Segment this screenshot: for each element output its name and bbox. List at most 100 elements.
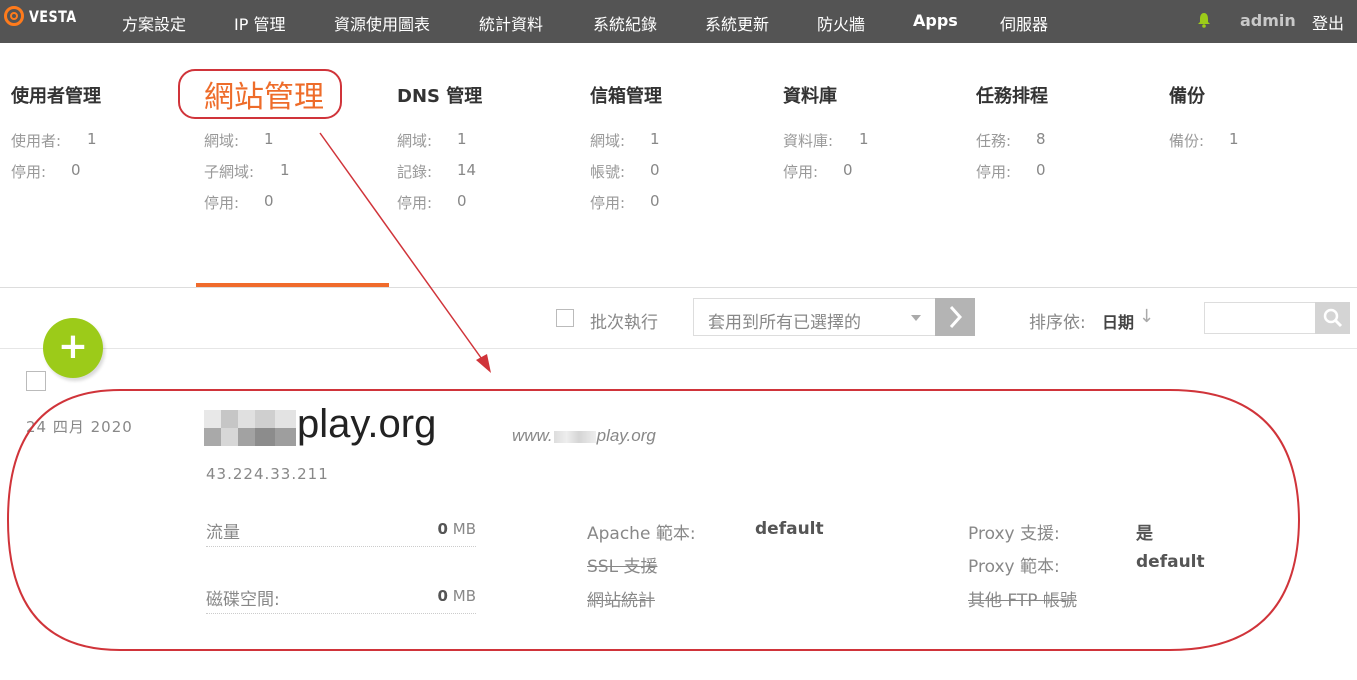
nav-server[interactable]: 伺服器	[1000, 11, 1048, 35]
bell-icon[interactable]	[1197, 12, 1211, 28]
ssl-support-label: SSL 支援	[587, 557, 658, 577]
stat-value: 0	[1036, 161, 1046, 179]
apply-button[interactable]	[935, 298, 975, 336]
panel-title-users[interactable]: 使用者管理	[11, 86, 101, 107]
metric-label: 磁碟空間:	[206, 590, 280, 610]
vesta-logo[interactable]: VESTA	[4, 6, 88, 26]
panel-title-web[interactable]: 網站管理	[204, 80, 324, 115]
panel-title-cron[interactable]: 任務排程	[976, 86, 1048, 107]
user-admin-link[interactable]: admin	[1240, 11, 1296, 30]
bulk-action-select-value: 套用到所有已選擇的	[708, 313, 861, 333]
stat-databases: 資料庫: 1	[783, 130, 869, 151]
nav-log[interactable]: 系統紀錄	[593, 11, 657, 35]
stat-suspended: 停用: 0	[590, 192, 660, 213]
stat-label: 停用:	[397, 194, 433, 212]
stat-jobs: 任務: 8	[976, 130, 1046, 151]
nav-firewall[interactable]: 防火牆	[817, 11, 865, 35]
metric-value: 0 MB	[437, 520, 476, 538]
domain-alias: www. play.org	[512, 426, 656, 446]
search-button[interactable]	[1315, 302, 1350, 334]
brand-name: VESTA	[29, 6, 77, 26]
sort-by-date[interactable]: 日期	[1102, 309, 1134, 333]
stat-label: 網域:	[590, 132, 626, 150]
censored-mosaic	[204, 410, 296, 446]
stat-domains: 網域: 1	[590, 130, 660, 151]
stat-records: 記錄: 14	[397, 161, 476, 182]
nav-statistics[interactable]: 統計資料	[479, 11, 543, 35]
censored-mosaic	[553, 430, 596, 443]
stat-label: 備份:	[1169, 132, 1205, 150]
stat-suspended: 停用: 0	[11, 161, 81, 182]
stat-label: 子網域:	[204, 163, 255, 181]
plus-icon: +	[57, 326, 89, 367]
alias-suffix: play.org	[596, 426, 656, 445]
metric-label: 流量	[206, 523, 240, 543]
nav-ip[interactable]: IP 管理	[234, 11, 285, 35]
chevron-right-icon	[949, 305, 963, 329]
domain-name[interactable]: play.org	[297, 402, 436, 447]
stat-domains: 網域: 1	[397, 130, 467, 151]
stat-backups: 備份: 1	[1169, 130, 1239, 151]
nav-apps[interactable]: Apps	[913, 11, 958, 30]
proxy-support-value: 是	[1136, 524, 1153, 544]
stat-accounts: 帳號: 0	[590, 161, 660, 182]
metric-value: 0 MB	[437, 587, 476, 605]
web-stats-label: 網站統計	[587, 591, 655, 611]
apache-template-value: default	[755, 519, 824, 539]
nav-updates[interactable]: 系統更新	[705, 11, 769, 35]
ftp-accounts-label: 其他 FTP 帳號	[968, 591, 1077, 611]
search-icon	[1323, 308, 1343, 328]
alias-prefix: www.	[512, 426, 553, 445]
proxy-support-label: Proxy 支援:	[968, 524, 1060, 544]
bulk-action-select[interactable]: 套用到所有已選擇的	[693, 298, 936, 336]
stat-value: 0	[650, 161, 660, 179]
logout-link[interactable]: 登出	[1312, 10, 1344, 34]
stat-value: 0	[264, 192, 274, 210]
vesta-logo-icon	[4, 6, 24, 26]
stat-value: 1	[1229, 130, 1239, 148]
proxy-template-value: default	[1136, 552, 1205, 572]
stat-suspended: 停用: 0	[783, 161, 853, 182]
stat-value: 1	[87, 130, 97, 148]
sort-arrow-icon[interactable]: ↓	[1139, 306, 1154, 327]
chevron-down-icon	[911, 315, 921, 321]
stat-suspended: 停用: 0	[397, 192, 467, 213]
panel-title-db[interactable]: 資料庫	[783, 86, 837, 107]
stat-value: 0	[457, 192, 467, 210]
stat-value: 0	[71, 161, 81, 179]
stat-label: 停用:	[976, 163, 1012, 181]
stat-value: 1	[859, 130, 869, 148]
stat-value: 1	[457, 130, 467, 148]
row-date: 24 四月 2020	[26, 418, 133, 436]
divider	[0, 348, 1357, 349]
stat-label: 停用:	[11, 163, 47, 181]
panel-title-backup[interactable]: 備份	[1169, 86, 1205, 107]
disk-metric: 磁碟空間: 0 MB	[206, 585, 476, 614]
nav-graphs[interactable]: 資源使用圖表	[334, 11, 430, 35]
stat-value: 1	[650, 130, 660, 148]
search-input[interactable]	[1204, 302, 1316, 334]
stat-value: 0	[650, 192, 660, 210]
stat-label: 網域:	[204, 132, 240, 150]
bulk-action-label: 批次執行	[590, 313, 658, 333]
sort-label: 排序依:	[1029, 313, 1086, 333]
stat-label: 資料庫:	[783, 132, 834, 150]
stat-label: 任務:	[976, 132, 1012, 150]
panel-title-dns[interactable]: DNS 管理	[397, 86, 482, 107]
annotation-arrow-head	[476, 354, 491, 373]
proxy-template-label: Proxy 範本:	[968, 557, 1060, 577]
stat-value: 8	[1036, 130, 1046, 148]
stat-label: 停用:	[204, 194, 240, 212]
stat-domains: 網域: 1	[204, 130, 274, 151]
panel-title-mail[interactable]: 信箱管理	[590, 86, 662, 107]
stat-label: 使用者:	[11, 132, 62, 150]
stat-label: 帳號:	[590, 163, 626, 181]
bulk-select-checkbox[interactable]	[556, 309, 574, 327]
stat-value: 14	[457, 161, 477, 179]
stat-value: 0	[843, 161, 853, 179]
stat-value: 1	[280, 161, 290, 179]
add-domain-button[interactable]: +	[43, 318, 103, 378]
nav-packages[interactable]: 方案設定	[122, 11, 186, 35]
row-checkbox[interactable]	[26, 371, 46, 391]
stat-subdomains: 子網域: 1	[204, 161, 290, 182]
